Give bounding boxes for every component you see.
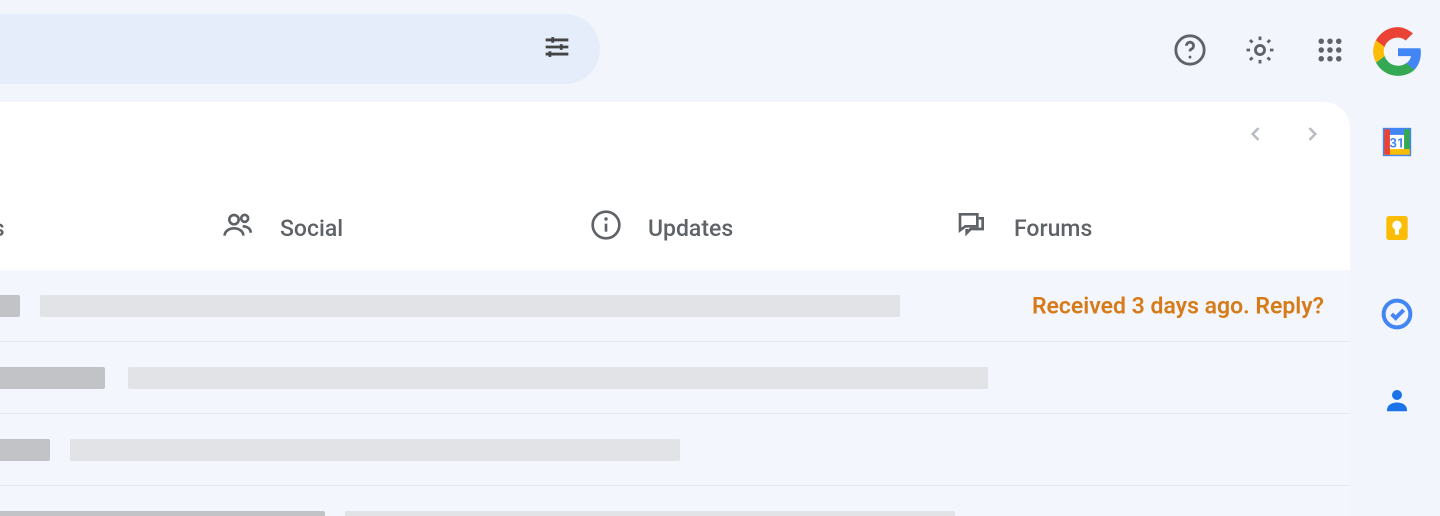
contacts-icon[interactable] <box>1379 382 1415 418</box>
tab-updates[interactable]: Updates <box>590 209 733 247</box>
sender-placeholder <box>0 367 105 389</box>
tab-label: Forums <box>1014 215 1092 242</box>
tab-label: Social <box>280 215 343 242</box>
chevron-left-icon[interactable] <box>1246 124 1266 148</box>
chevron-right-icon[interactable] <box>1302 124 1322 148</box>
apps-grid-icon[interactable] <box>1310 30 1350 70</box>
sender-placeholder <box>0 295 20 317</box>
pager <box>1246 124 1322 148</box>
snippet-placeholder <box>345 511 955 516</box>
sender-placeholder <box>0 439 50 461</box>
tasks-icon[interactable] <box>1379 296 1415 332</box>
people-icon <box>222 209 254 247</box>
info-icon <box>590 209 622 247</box>
message-row[interactable]: Received 3 days ago. Reply? <box>0 270 1350 342</box>
tab-forums[interactable]: Forums <box>956 209 1092 247</box>
snippet-placeholder <box>128 367 988 389</box>
tab-promotions[interactable]: ns <box>0 215 5 242</box>
app-header <box>0 0 1440 102</box>
message-list: Received 3 days ago. Reply? <box>0 270 1350 516</box>
tab-label: Updates <box>648 215 733 242</box>
side-panel: 31 <box>1354 100 1440 516</box>
tab-label: ns <box>0 215 5 242</box>
search-bar[interactable] <box>0 14 600 84</box>
nudge-text[interactable]: Received 3 days ago. Reply? <box>1032 292 1324 319</box>
header-icon-group <box>1170 30 1350 70</box>
forum-icon <box>956 209 988 247</box>
tab-social[interactable]: Social <box>222 209 343 247</box>
message-row[interactable] <box>0 414 1350 486</box>
keep-icon[interactable] <box>1379 210 1415 246</box>
svg-text:31: 31 <box>1390 137 1405 152</box>
tune-icon[interactable] <box>540 30 574 68</box>
gear-icon[interactable] <box>1240 30 1280 70</box>
main-panel: ns Social Updates <box>0 102 1350 516</box>
snippet-placeholder <box>40 295 900 317</box>
snippet-placeholder <box>70 439 680 461</box>
message-row[interactable] <box>0 486 1350 516</box>
help-icon[interactable] <box>1170 30 1210 70</box>
category-tabs: ns Social Updates <box>0 196 1350 260</box>
message-row[interactable] <box>0 342 1350 414</box>
calendar-icon[interactable]: 31 <box>1379 124 1415 160</box>
sender-placeholder <box>0 511 325 516</box>
google-logo[interactable] <box>1372 26 1424 78</box>
